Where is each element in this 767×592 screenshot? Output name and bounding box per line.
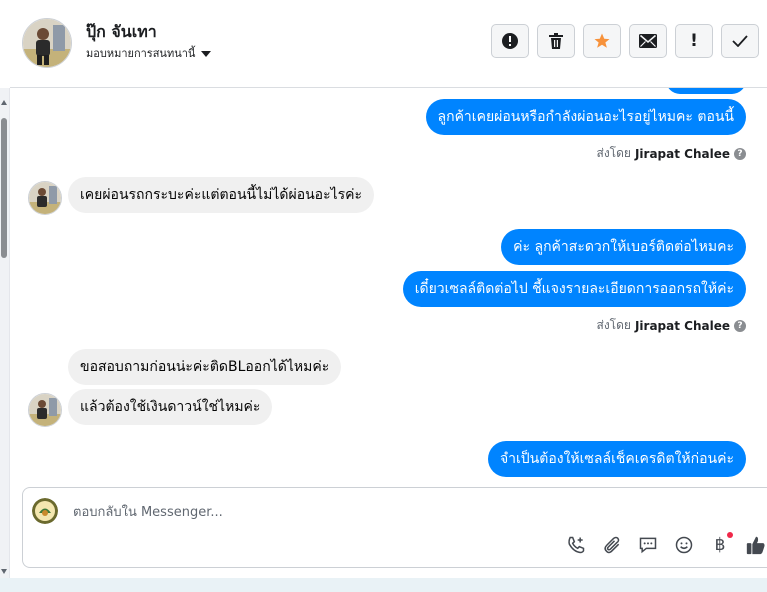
baht-icon: ฿: [714, 535, 726, 555]
reply-input[interactable]: [71, 500, 675, 524]
reply-composer: ฿: [22, 487, 767, 568]
sent-by-agent: Jirapat Chalee: [634, 318, 730, 333]
scrollbar-thumb[interactable]: [1, 118, 7, 258]
message-bubble-outgoing: ลูกค้าเคยผ่อนหรือกำลังผ่อนอะไรอยู่ไหมคะ …: [425, 99, 746, 135]
contact-avatar[interactable]: [22, 18, 72, 68]
thumbs-up-icon: [746, 536, 765, 555]
emoji-icon: [675, 536, 693, 554]
checkmark-icon: [732, 35, 748, 47]
exclamation-icon: !: [690, 31, 698, 51]
mail-icon: [639, 34, 657, 48]
contact-name[interactable]: ปุ๊ก จันเทา: [86, 20, 157, 45]
scroll-up-arrow-icon[interactable]: [1, 100, 7, 105]
trash-icon: [549, 33, 563, 49]
composer-toolbar: ฿: [565, 532, 767, 556]
attach-button[interactable]: [601, 534, 623, 556]
saved-replies-button[interactable]: [637, 534, 659, 556]
sent-by-label: ส่งโดย Jirapat Chalee ?: [596, 144, 746, 163]
message-bubble-outgoing: ค่ะ ลูกค้าสะดวกให้เบอร์ติดต่อไหมคะ: [501, 229, 746, 265]
message-thread[interactable]: ลูกค้าเคยผ่อนหรือกำลังผ่อนอะไรอยู่ไหมคะ …: [10, 88, 767, 478]
scroll-down-arrow-icon[interactable]: [1, 569, 7, 574]
call-button[interactable]: [565, 534, 587, 556]
conversation-actions: !: [491, 24, 759, 58]
star-icon: [594, 33, 610, 48]
page-avatar: [32, 498, 58, 524]
payment-button[interactable]: ฿: [709, 532, 733, 556]
phone-add-icon: [568, 536, 585, 554]
conversation-header: ปุ๊ก จันเทา มอบหมายการสนทนานี้ !: [10, 0, 767, 88]
message-bubble-incoming: แล้วต้องใช้เงินดาวน์ใช่ไหมค่ะ: [68, 389, 273, 425]
alert-circle-icon: [502, 33, 518, 49]
help-icon[interactable]: ?: [734, 147, 746, 160]
notification-dot: [727, 532, 733, 538]
message-bubble-outgoing: เดี๋ยวเซลล์ติดต่อไป ชี้แจงรายละเอียดการอ…: [402, 271, 746, 307]
sent-by-prefix: ส่งโดย: [596, 146, 631, 160]
mark-unread-button[interactable]: [629, 24, 667, 58]
bottom-strip: [0, 578, 767, 592]
like-button[interactable]: [745, 534, 767, 556]
caret-down-icon: [201, 51, 212, 57]
done-button[interactable]: [721, 24, 759, 58]
contact-avatar-small: [28, 393, 62, 427]
message-bubble-outgoing: จำเป็นต้องให้เซลล์เช็คเครดิตให้ก่อนค่ะ: [487, 441, 746, 477]
sent-by-prefix: ส่งโดย: [596, 318, 631, 332]
saved-reply-icon: [639, 537, 657, 554]
paperclip-icon: [604, 536, 620, 554]
sent-by-agent: Jirapat Chalee: [634, 146, 730, 161]
message-bubble-incoming: ขอสอบถามก่อนน่ะค่ะติดBLออกได้ไหมค่ะ: [68, 349, 342, 385]
follow-up-button[interactable]: [583, 24, 621, 58]
message-bubble-outgoing: [666, 88, 746, 94]
assign-label: มอบหมายการสนทนานี้: [86, 47, 196, 60]
sent-by-label: ส่งโดย Jirapat Chalee ?: [596, 316, 746, 335]
emoji-button[interactable]: [673, 534, 695, 556]
spam-button[interactable]: [491, 24, 529, 58]
delete-button[interactable]: [537, 24, 575, 58]
important-button[interactable]: !: [675, 24, 713, 58]
help-icon[interactable]: ?: [734, 319, 746, 332]
assign-conversation-dropdown[interactable]: มอบหมายการสนทนานี้: [86, 44, 212, 62]
thread-scrollbar[interactable]: [0, 88, 10, 578]
message-bubble-incoming: เคยผ่อนรถกระบะค่ะแต่ตอนนี้ไม่ได้ผ่อนอะไร…: [68, 177, 375, 213]
contact-avatar-small: [28, 181, 62, 215]
